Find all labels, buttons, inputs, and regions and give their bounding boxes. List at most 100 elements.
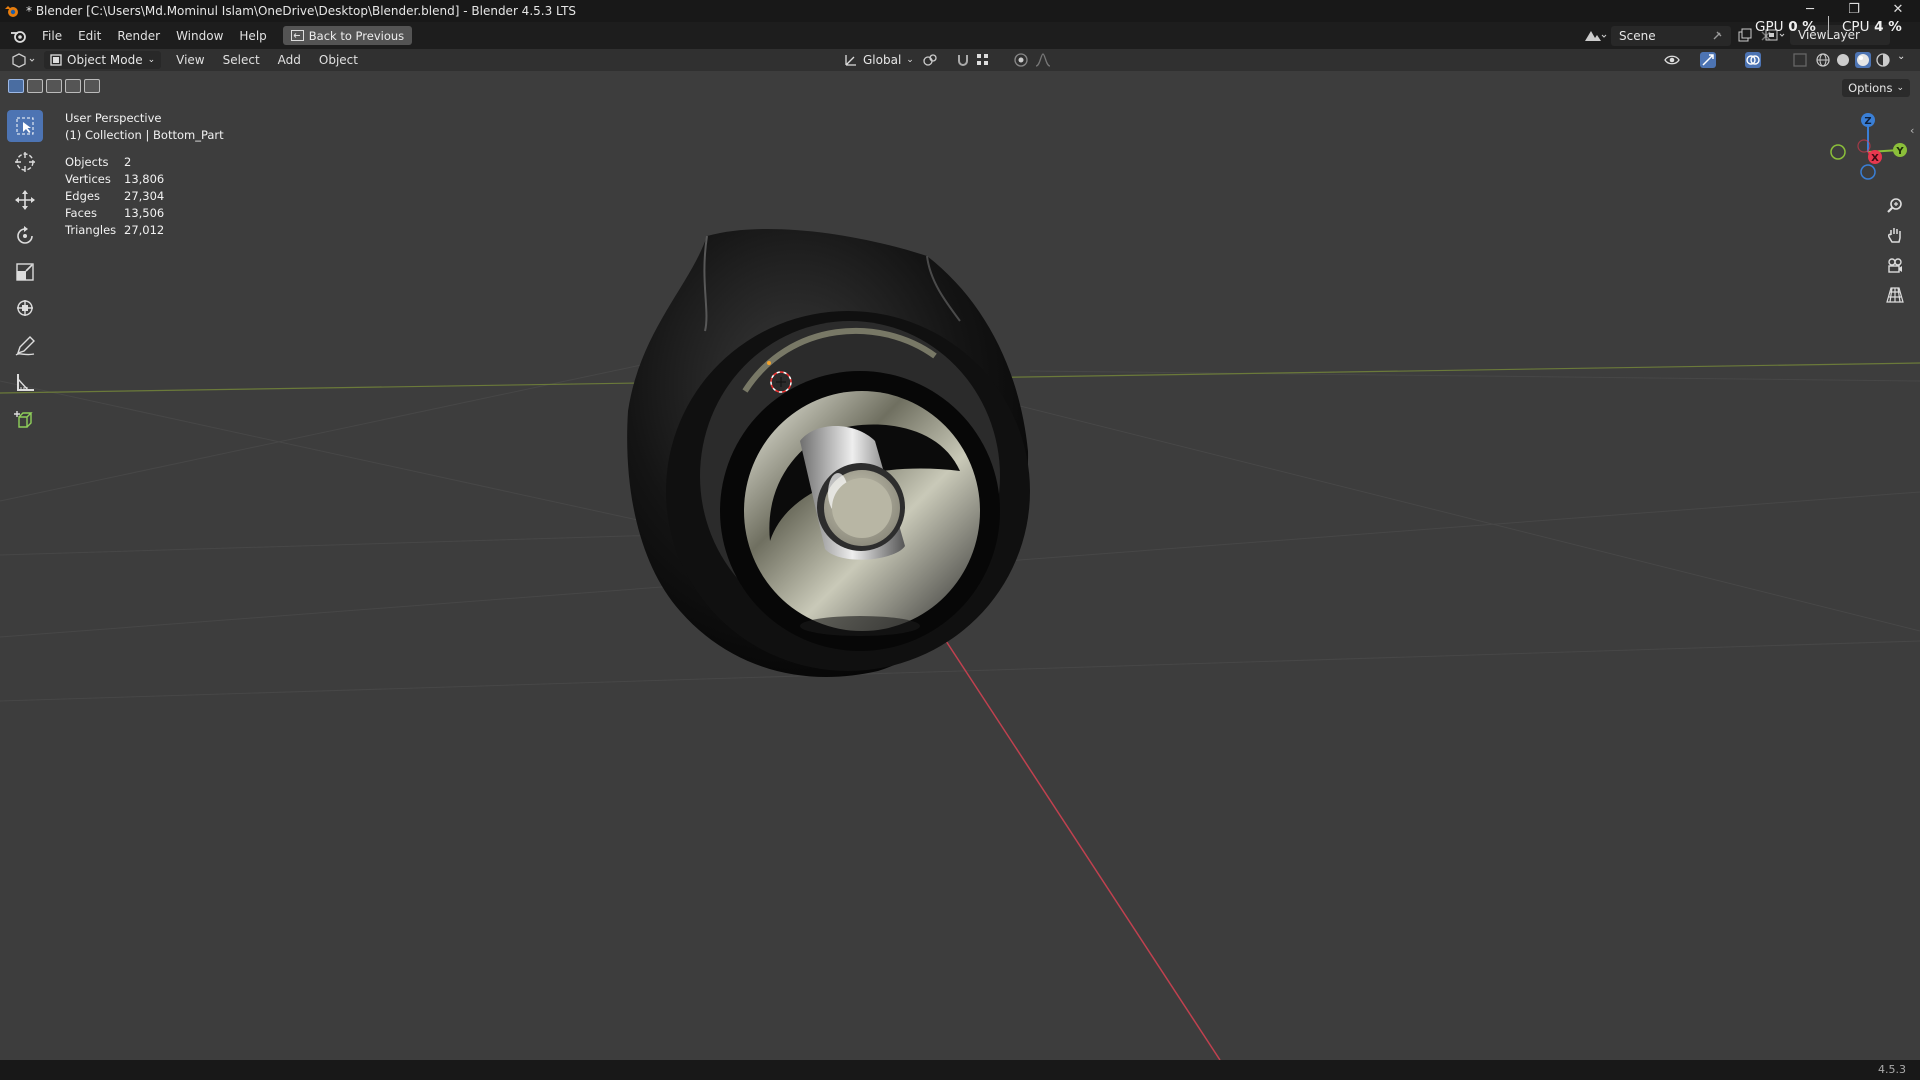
- collection-label: (1) Collection | Bottom_Part: [65, 128, 224, 142]
- new-scene-icon[interactable]: [1737, 28, 1753, 44]
- wireframe-shading-icon[interactable]: [1815, 52, 1831, 68]
- zoom-magnifier-icon: [1887, 198, 1902, 213]
- options-dropdown[interactable]: Options ⌄: [1842, 79, 1910, 97]
- header-menu-object[interactable]: Object: [310, 53, 367, 67]
- annotate-pencil-icon: [15, 336, 35, 356]
- perspective-toggle-button[interactable]: [1882, 282, 1908, 308]
- stat-label: Vertices: [65, 172, 111, 186]
- transform-orientation-dropdown[interactable]: Global ⌄: [838, 51, 920, 69]
- options-label: Options: [1848, 81, 1893, 95]
- cpu-usage: CPU 4 %: [1842, 19, 1902, 35]
- menu-edit[interactable]: Edit: [70, 29, 109, 43]
- rotate-tool[interactable]: [7, 220, 43, 252]
- stat-label: Faces: [65, 206, 97, 220]
- menu-render[interactable]: Render: [109, 29, 168, 43]
- pivot-point-icon[interactable]: [922, 52, 938, 68]
- sidebar-toggle-icon[interactable]: ‹: [1910, 124, 1914, 137]
- pin-icon[interactable]: [1711, 30, 1723, 42]
- scene-statistics: Objects 2 Vertices 13,806 Edges 27,304 Face…: [65, 154, 224, 239]
- camera-view-button[interactable]: [1882, 252, 1908, 278]
- selection-mode-buttons: [8, 79, 100, 93]
- xray-toggle-icon[interactable]: [1792, 52, 1808, 68]
- overlays-toggle-icon[interactable]: [1745, 52, 1761, 68]
- perf-divider: [1828, 16, 1829, 34]
- transform-tool[interactable]: [7, 292, 43, 324]
- blender-menu-icon[interactable]: [10, 28, 28, 44]
- stat-label: Edges: [65, 189, 100, 203]
- 3d-viewport[interactable]: [0, 71, 1920, 1060]
- gpu-label: GPU: [1755, 19, 1784, 35]
- measure-ruler-icon: [17, 374, 34, 391]
- header-menu-view[interactable]: View: [167, 53, 213, 67]
- gizmo-z-label: Z: [1864, 116, 1871, 127]
- back-to-previous-label: Back to Previous: [308, 28, 405, 43]
- editor-type-icon[interactable]: [10, 52, 38, 68]
- stat-value: 13,506: [124, 206, 165, 220]
- add-cube-tool[interactable]: [7, 404, 43, 436]
- falloff-curve-icon[interactable]: [1035, 52, 1051, 68]
- cursor-tool[interactable]: [7, 146, 43, 178]
- gpu-usage: GPU 0 %: [1755, 19, 1816, 35]
- tool-shelf: [7, 110, 47, 440]
- back-to-previous-button[interactable]: Back to Previous: [282, 26, 413, 45]
- move-arrows-icon: [15, 190, 35, 210]
- chevron-down-icon: ⌄: [147, 55, 156, 65]
- window-titlebar: * Blender [C:\Users\Md.Mominul Islam\One…: [0, 0, 1920, 22]
- gizmo-y-label: Y: [1895, 146, 1904, 157]
- stat-label: Triangles: [65, 223, 117, 237]
- stat-value: 27,304: [124, 189, 165, 203]
- shading-options-chevron-icon[interactable]: ⌄: [1897, 51, 1905, 62]
- scene-name-field[interactable]: Scene: [1611, 25, 1731, 46]
- chevron-down-icon: ⌄: [906, 55, 914, 65]
- select-box-tool[interactable]: [7, 110, 43, 142]
- stat-value: 27,012: [124, 223, 165, 237]
- scale-icon: [16, 263, 34, 281]
- stat-row: Objects 2: [65, 154, 224, 171]
- object-mode-label: Object Mode: [67, 53, 143, 67]
- viewport-scene: [0, 228, 1920, 1060]
- select-intersect-icon[interactable]: [84, 79, 100, 93]
- stat-row: Faces 13,506: [65, 205, 224, 222]
- add-cube-icon: [14, 411, 33, 428]
- object-mode-dropdown[interactable]: Object Mode ⌄: [44, 51, 162, 69]
- measure-tool[interactable]: [7, 366, 43, 398]
- pan-view-button[interactable]: [1882, 222, 1908, 248]
- navigation-gizmo[interactable]: Z Y X: [1823, 107, 1913, 197]
- move-tool[interactable]: [7, 184, 43, 216]
- scene-icon[interactable]: [1583, 28, 1607, 44]
- header-menu-add[interactable]: Add: [269, 53, 310, 67]
- select-extend-icon[interactable]: [27, 79, 43, 93]
- viewport-info-overlay: User Perspective (1) Collection | Bottom…: [65, 110, 224, 239]
- blender-version: 4.5.3: [1878, 1063, 1906, 1076]
- snap-magnet-icon[interactable]: [955, 52, 971, 68]
- solid-shading-icon[interactable]: [1835, 52, 1851, 68]
- cpu-label: CPU: [1842, 19, 1870, 35]
- annotate-tool[interactable]: [7, 330, 43, 362]
- select-invert-icon[interactable]: [65, 79, 81, 93]
- object-origin: [767, 361, 771, 365]
- blender-logo-icon: [5, 6, 18, 17]
- scale-tool[interactable]: [7, 256, 43, 288]
- menu-window[interactable]: Window: [168, 29, 231, 43]
- snap-increment-icon[interactable]: [975, 52, 991, 68]
- perspective-label: User Perspective: [65, 111, 162, 125]
- zoom-view-button[interactable]: [1882, 193, 1908, 219]
- material-preview-shading-icon[interactable]: [1855, 52, 1871, 68]
- select-subtract-icon[interactable]: [46, 79, 62, 93]
- proportional-editing-icon[interactable]: [1013, 52, 1029, 68]
- select-new-icon[interactable]: [8, 79, 24, 93]
- pan-hand-icon: [1888, 228, 1901, 243]
- top-menu-bar: File Edit Render Window Help Back to Pre…: [0, 22, 1920, 49]
- gizmo-toggle-icon[interactable]: [1700, 52, 1716, 68]
- select-cursor-icon: [16, 117, 34, 135]
- header-menu-select[interactable]: Select: [214, 53, 269, 67]
- rendered-shading-icon[interactable]: [1875, 52, 1891, 68]
- crosshair-cursor-icon: [15, 152, 35, 172]
- visibility-eye-icon[interactable]: [1664, 52, 1680, 68]
- menu-file[interactable]: File: [34, 29, 70, 43]
- chevron-down-icon: ⌄: [1896, 83, 1904, 93]
- perspective-grid-icon: [1886, 287, 1904, 303]
- object-mode-icon: [50, 54, 62, 66]
- menu-help[interactable]: Help: [231, 29, 274, 43]
- scene-name: Scene: [1619, 28, 1656, 43]
